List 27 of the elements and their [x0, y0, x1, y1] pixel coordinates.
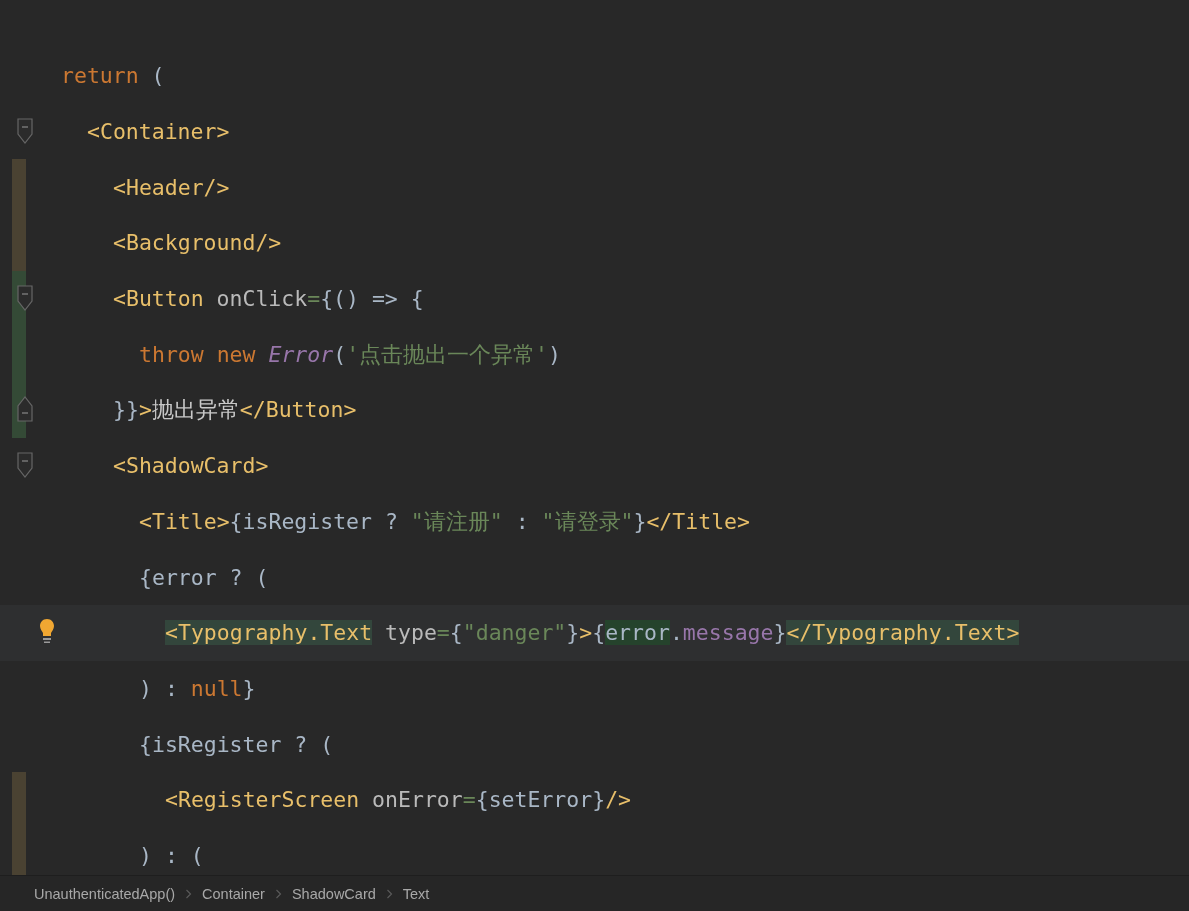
code-line: {isRegister ? (	[139, 731, 334, 757]
code-line: <Container>	[87, 119, 230, 145]
code-line: <Button onClick={() => {	[113, 286, 424, 312]
fold-icon[interactable]	[17, 451, 33, 478]
chevron-icon	[185, 888, 193, 899]
breadcrumb-item[interactable]: Container	[202, 885, 265, 902]
code-line: <RegisterScreen onError={setError}/>	[165, 787, 632, 813]
code-line: ) : null}	[139, 675, 256, 701]
code-line: return (	[61, 63, 165, 89]
fold-icon[interactable]	[17, 117, 33, 144]
code-line: throw new Error('点击抛出一个异常')	[139, 340, 561, 369]
code-line: <ShadowCard>	[113, 453, 269, 479]
code-line: <Background/>	[113, 230, 282, 256]
lightbulb-icon[interactable]	[38, 617, 56, 646]
code-line: <Header/>	[113, 174, 230, 200]
code-line: }}>抛出异常</Button>	[113, 396, 357, 425]
code-line: ) : (	[139, 842, 204, 868]
fold-icon[interactable]	[17, 396, 33, 423]
code-line: <Title>{isRegister ? "请注册" : "请登录"}</Title>	[139, 507, 750, 536]
code-line: {error ? (	[139, 564, 269, 590]
chevron-icon	[274, 888, 282, 899]
breadcrumb-item[interactable]: Text	[402, 885, 430, 902]
fold-icon[interactable]	[17, 284, 33, 311]
chevron-icon	[385, 888, 393, 899]
breadcrumb-item[interactable]: UnauthenticatedApp()	[34, 885, 176, 902]
breadcrumb-item[interactable]: ShadowCard	[291, 885, 376, 902]
code-line: <Typography.Text type={"danger"}>{error.message}</Typography.Text>	[165, 620, 1020, 646]
